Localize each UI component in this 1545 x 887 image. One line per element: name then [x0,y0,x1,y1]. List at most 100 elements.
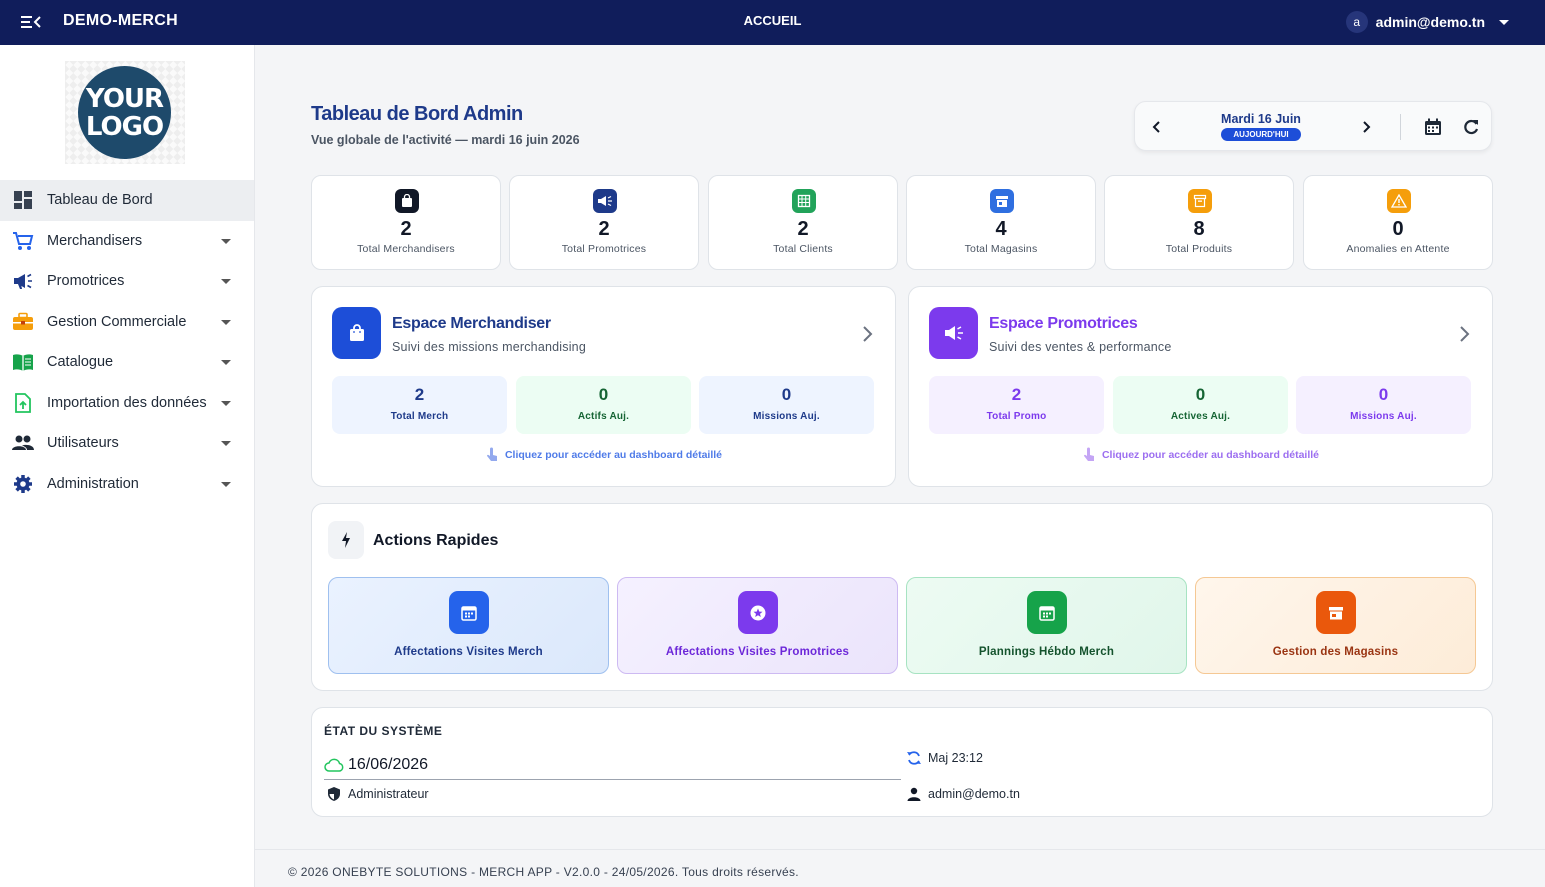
sidebar-item-utilisateurs[interactable]: Utilisateurs [0,423,254,464]
divider [1400,114,1401,140]
stat-card-merchandisers[interactable]: 2 Total Merchandisers [311,175,501,270]
action-plannings-hebdo[interactable]: Plannings Hébdo Merch [906,577,1187,674]
date-navigator: Mardi 16 Juin AUJOURD'HUI [1134,101,1492,151]
system-user-email: admin@demo.tn [928,787,1020,801]
copyright-text: © 2026 ONEBYTE SOLUTIONS - MERCH APP - V… [288,865,799,879]
sidebar-item-label: Tableau de Bord [47,192,153,209]
company-logo: YOUR LOGO [65,61,185,164]
stats-row: 2 Total Merchandisers 2 Total Promotrice… [311,175,1493,270]
action-affectations-merch[interactable]: Affectations Visites Merch [328,577,609,674]
sidebar-item-label: Gestion Commerciale [47,313,187,330]
calendar-icon [449,591,489,634]
mini-stat-missions: 0 Missions Auj. [699,376,874,434]
brand-name: DEMO-MERCH [63,12,178,29]
sidebar-item-label: Promotrices [47,273,125,290]
user-role: Administrateur [348,787,429,801]
system-status-title: ÉTAT DU SYSTÈME [324,724,443,738]
sidebar-nav: Tableau de Bord Merchandisers Promotrice… [0,180,254,504]
sidebar-item-label: Importation des données [47,394,207,411]
box-icon [1188,189,1212,213]
menu-collapse-icon[interactable] [20,12,42,32]
chevron-down-icon [221,238,231,244]
stat-card-clients[interactable]: 2 Total Clients [708,175,898,270]
stat-value: 8 [1193,218,1205,240]
refresh-icon[interactable] [1461,117,1481,137]
system-date: 16/06/2026 [348,756,429,773]
merchandiser-space-card[interactable]: Espace Merchandiser Suivi des missions m… [311,286,896,487]
page-subtitle: Vue globale de l'activité — mardi 16 jui… [311,133,580,147]
space-subtitle: Suivi des missions merchandising [392,340,586,354]
person-icon [907,787,921,801]
chevron-right-icon[interactable] [1358,119,1374,135]
chevron-right-icon [863,326,873,342]
chevron-right-icon [1460,326,1470,342]
action-label: Plannings Hébdo Merch [978,646,1115,658]
stat-label: Total Clients [773,243,833,255]
chevron-left-icon[interactable] [1149,119,1165,135]
sidebar-item-catalogue[interactable]: Catalogue [0,342,254,383]
sync-icon [907,751,921,765]
sidebar-item-administration[interactable]: Administration [0,464,254,505]
main-content: Tableau de Bord Admin Vue globale de l'a… [255,45,1545,887]
action-gestion-magasins[interactable]: Gestion des Magasins [1195,577,1476,674]
tap-icon [487,447,497,461]
dashboard-hint: Cliquez pour accéder au dashboard détail… [312,447,895,463]
store-icon [1316,591,1356,634]
megaphone-icon [929,307,978,359]
chevron-down-icon [221,319,231,325]
megaphone-icon [14,273,32,289]
quick-actions-title: Actions Rapides [373,532,499,549]
store-icon [990,189,1014,213]
mini-stat-total-promo: 2 Total Promo [929,376,1104,434]
sidebar-item-label: Utilisateurs [47,435,119,452]
quick-actions-panel: Actions Rapides Affectations Visites Mer… [311,503,1493,691]
space-title: Espace Promotrices [989,315,1138,332]
users-icon [12,435,34,450]
stat-card-anomalies[interactable]: 0 Anomalies en Attente [1303,175,1493,270]
cart-icon [13,231,34,250]
sidebar-item-tableau-de-bord[interactable]: Tableau de Bord [0,180,254,221]
caret-down-icon [1499,19,1509,25]
action-label: Affectations Visites Promotrices [665,646,850,658]
stat-value: 4 [995,218,1007,240]
space-title: Espace Merchandiser [392,315,551,332]
dashboard-icon [14,191,32,209]
action-affectations-promotrices[interactable]: Affectations Visites Promotrices [617,577,898,674]
stat-value: 0 [1392,218,1404,240]
chevron-down-icon [221,360,231,365]
calendar-icon[interactable] [1423,117,1443,137]
sidebar-item-label: Catalogue [47,354,114,371]
bolt-icon [328,521,364,559]
dashboard-hint: Cliquez pour accéder au dashboard détail… [909,447,1492,463]
promotrices-space-card[interactable]: Espace Promotrices Suivi des ventes & pe… [908,286,1493,487]
stat-label: Total Promotrices [561,243,647,255]
file-upload-icon [15,392,31,413]
today-badge: AUJOURD'HUI [1221,128,1301,141]
user-menu[interactable]: a admin@demo.tn [1345,10,1509,34]
stat-card-magasins[interactable]: 4 Total Magasins [906,175,1096,270]
system-date-field: 16/06/2026 [324,752,901,780]
stat-card-produits[interactable]: 8 Total Produits [1104,175,1294,270]
page-header-title: ACCUEIL [743,13,802,28]
current-date: Mardi 16 Juin [1221,112,1301,126]
stat-value: 2 [598,218,610,240]
sidebar-item-label: Merchandisers [47,232,143,249]
sidebar-item-gestion-commerciale[interactable]: Gestion Commerciale [0,302,254,343]
space-subtitle: Suivi des ventes & performance [989,340,1172,354]
calendar-icon [1027,591,1067,634]
shield-icon [328,787,340,801]
sidebar-item-promotrices[interactable]: Promotrices [0,261,254,302]
top-app-bar: DEMO-MERCH ACCUEIL a admin@demo.tn [0,0,1545,45]
bag-icon [395,189,419,213]
stat-value: 2 [400,218,412,240]
stat-label: Total Produits [1165,243,1233,255]
sidebar-item-merchandisers[interactable]: Merchandisers [0,221,254,262]
sidebar-item-importation[interactable]: Importation des données [0,383,254,424]
star-icon [738,591,778,634]
table-icon [792,189,816,213]
mini-stat-actives: 0 Actives Auj. [1113,376,1288,434]
action-label: Affectations Visites Merch [394,646,543,658]
mini-stat-total-merch: 2 Total Merch [332,376,507,434]
stat-card-promotrices[interactable]: 2 Total Promotrices [509,175,699,270]
warning-icon [1387,189,1411,213]
